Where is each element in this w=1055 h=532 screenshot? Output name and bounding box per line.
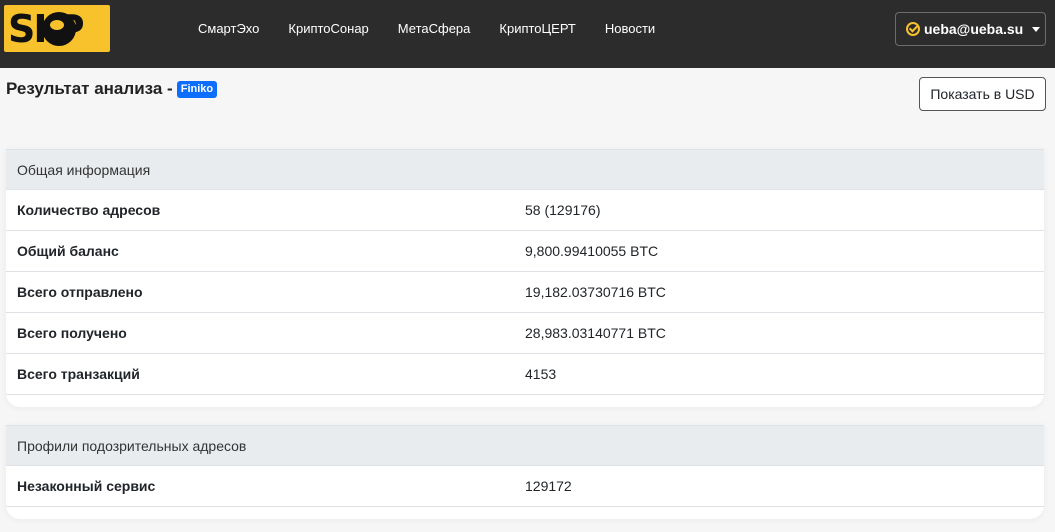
nav-link-cryptosonar[interactable]: КриптоСонар [288,21,368,36]
site-logo[interactable]: SI P [4,5,110,52]
caret-down-icon [1032,26,1041,32]
nav-links: СмартЭхо КриптоСонар МетаСфера КриптоЦЕР… [198,21,684,36]
table-row: Общий баланс 9,800.99410055 BTC [6,231,1044,272]
row-value: 19,182.03730716 BTC [525,284,666,300]
page-title: Результат анализа - Finiko [6,79,218,99]
user-email: ueba@ueba.su [924,21,1024,37]
nav-link-news[interactable]: Новости [605,21,655,36]
row-value: 4153 [525,366,557,382]
row-label: Всего отправлено [17,284,143,300]
logo-mascot-icon [42,12,76,46]
show-usd-button[interactable]: Показать в USD [919,77,1046,111]
table-row: Всего получено 28,983.03140771 BTC [6,313,1044,354]
row-value: 9,800.99410055 BTC [525,243,659,259]
row-label: Всего получено [17,325,127,341]
nav-link-smartecho[interactable]: СмартЭхо [198,21,259,36]
table-row: Количество адресов 58 (129176) [6,190,1044,231]
navbar: SI P СмартЭхо КриптоСонар МетаСфера Крип… [0,0,1055,68]
row-value: 28,983.03140771 BTC [525,325,666,341]
row-label: Количество адресов [17,202,161,218]
check-circle-icon [906,22,920,36]
row-label: Всего транзакций [17,366,140,382]
project-badge: Finiko [176,80,218,98]
general-info-card: Общая информация Количество адресов 58 (… [6,149,1044,407]
table-row: Всего транзакций 4153 [6,354,1044,395]
row-label: Незаконный сервис [17,478,156,494]
table-row: Незаконный сервис 129172 [6,466,1044,507]
suspicious-profiles-card: Профили подозрительных адресов Незаконны… [6,425,1044,519]
suspicious-profiles-header: Профили подозрительных адресов [6,425,1044,466]
general-info-header: Общая информация [6,149,1044,190]
row-label: Общий баланс [17,243,119,259]
row-value: 129172 [525,478,572,494]
nav-link-metasphere[interactable]: МетаСфера [398,21,471,36]
row-value: 58 (129176) [525,202,601,218]
nav-link-cryptocert[interactable]: КриптоЦЕРТ [499,21,575,36]
page-title-text: Результат анализа - [6,79,173,98]
table-row: Всего отправлено 19,182.03730716 BTC [6,272,1044,313]
card-footer-spacer [6,395,1044,407]
user-menu-button[interactable]: ueba@ueba.su [895,12,1046,46]
card-footer-spacer [6,507,1044,519]
